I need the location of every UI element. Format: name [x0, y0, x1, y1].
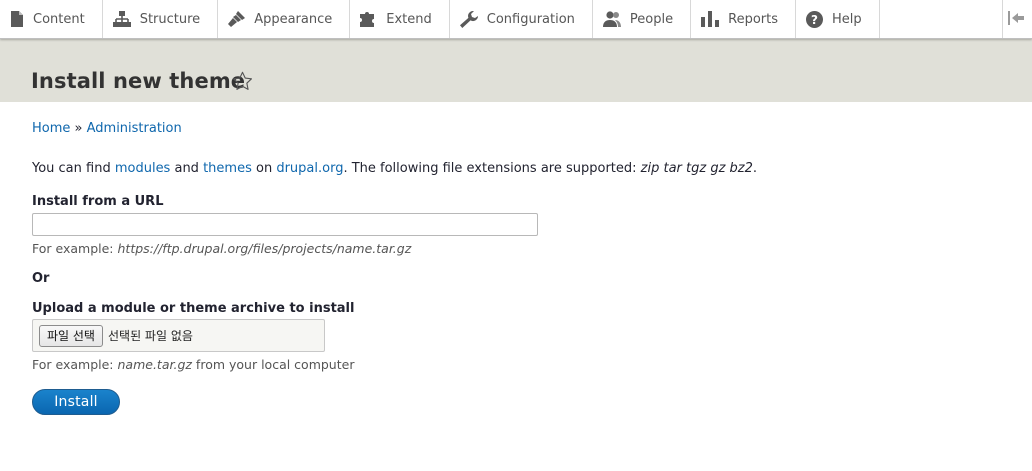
- url-desc-example: https://ftp.drupal.org/files/projects/na…: [117, 241, 412, 256]
- upload-field-label: Upload a module or theme archive to inst…: [32, 301, 355, 316]
- collapse-toolbar-icon: [1008, 10, 1024, 29]
- or-separator-label: Or: [32, 271, 50, 286]
- breadcrumb: Home » Administration: [32, 121, 182, 136]
- themes-link[interactable]: themes: [203, 161, 252, 176]
- toolbar-item-label: People: [629, 11, 674, 27]
- intro-on: on: [251, 161, 277, 176]
- upload-desc-suffix: from your local computer: [191, 357, 355, 372]
- toolbar-item-label: Content: [33, 11, 85, 27]
- upload-field-description: For example: name.tar.gz from your local…: [32, 357, 354, 372]
- toolbar-item-label: Configuration: [486, 11, 575, 27]
- toolbar-item-content[interactable]: Content: [0, 0, 103, 38]
- toolbar-item-configuration[interactable]: Configuration: [450, 0, 593, 38]
- page-header: Install new theme: [0, 39, 1032, 102]
- toolbar-item-reports[interactable]: Reports: [691, 0, 796, 38]
- admin-toolbar: Content Structure Appearance Extend Conf…: [0, 0, 1032, 39]
- toolbar-item-appearance[interactable]: Appearance: [218, 0, 351, 38]
- supported-extensions: zip tar tgz gz bz2: [640, 161, 753, 176]
- file-icon: [10, 11, 33, 27]
- wrench-icon: [459, 10, 487, 28]
- toolbar-item-extend[interactable]: Extend: [350, 0, 450, 38]
- toolbar-item-structure[interactable]: Structure: [103, 0, 219, 38]
- drupal-org-link[interactable]: drupal.org: [276, 161, 343, 176]
- file-upload-field[interactable]: 파일 선택 선택된 파일 없음: [32, 319, 325, 352]
- url-field-label: Install from a URL: [32, 194, 164, 209]
- breadcrumb-administration-link[interactable]: Administration: [87, 121, 182, 136]
- people-icon: [602, 11, 630, 27]
- page-title: Install new theme: [31, 69, 246, 93]
- intro-prefix: You can find: [32, 161, 115, 176]
- url-field-description: For example: https://ftp.drupal.org/file…: [32, 241, 411, 256]
- paintbrush-icon: [228, 11, 254, 27]
- toolbar-item-label: Help: [832, 11, 862, 27]
- bar-chart-icon: [701, 11, 728, 27]
- help-icon: ?: [806, 10, 832, 28]
- toolbar-item-label: Reports: [728, 11, 778, 27]
- url-desc-prefix: For example:: [32, 241, 118, 256]
- toolbar-item-people[interactable]: People: [593, 0, 692, 38]
- toolbar-item-label: Structure: [139, 11, 201, 27]
- choose-file-button[interactable]: 파일 선택: [39, 324, 103, 347]
- svg-text:?: ?: [811, 13, 818, 27]
- file-status-text: 선택된 파일 없음: [107, 329, 193, 343]
- upload-desc-example: name.tar.gz: [117, 357, 192, 372]
- breadcrumb-home-link[interactable]: Home: [32, 121, 70, 136]
- breadcrumb-separator: »: [70, 121, 87, 136]
- intro-and: and: [170, 161, 204, 176]
- structure-icon: [112, 11, 140, 27]
- puzzle-icon: [360, 11, 386, 27]
- toolbar-item-label: Appearance: [254, 11, 333, 27]
- star-outline-icon[interactable]: [232, 71, 253, 95]
- intro-end: .: [752, 161, 758, 176]
- toolbar-item-label: Extend: [386, 11, 432, 27]
- intro-text: You can find modules and themes on drupa…: [32, 161, 757, 176]
- modules-link[interactable]: modules: [115, 161, 171, 176]
- upload-desc-prefix: For example:: [32, 357, 118, 372]
- install-button[interactable]: Install: [32, 389, 120, 415]
- install-url-input[interactable]: [32, 213, 538, 236]
- intro-suffix: . The following file extensions are supp…: [343, 161, 641, 176]
- toolbar-item-help[interactable]: ? Help: [796, 0, 880, 38]
- toolbar-orientation-toggle[interactable]: [1002, 0, 1032, 38]
